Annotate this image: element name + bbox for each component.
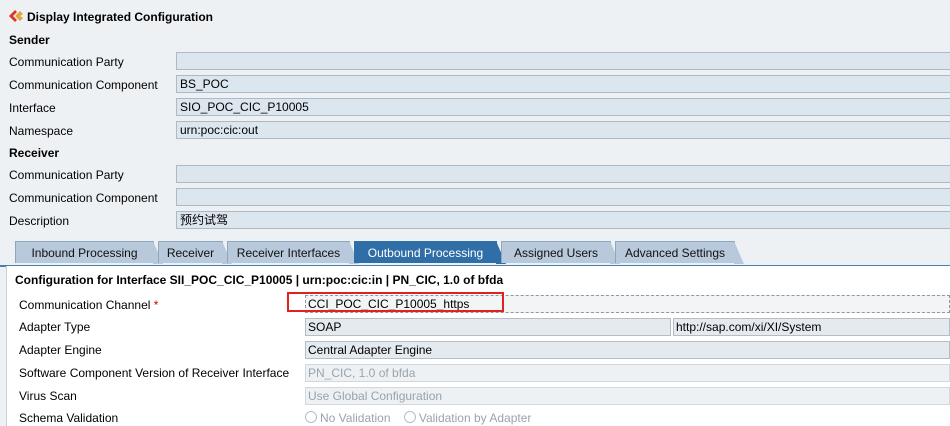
sender-heading: Sender — [9, 33, 50, 47]
schema-validation-options: No Validation Validation by Adapter — [305, 411, 531, 425]
integrated-configuration-icon — [9, 10, 23, 22]
sender-interface-label: Interface — [9, 101, 56, 115]
adapter-engine-label: Adapter Engine — [19, 343, 102, 357]
sender-interface-field[interactable]: SIO_POC_CIC_P10005 — [176, 98, 950, 116]
swcv-label: Software Component Version of Receiver I… — [19, 366, 290, 380]
validation-by-adapter-label: Validation by Adapter — [418, 411, 532, 425]
communication-channel-label-text: Communication Channel — [19, 298, 151, 312]
no-validation-radio[interactable] — [305, 411, 317, 423]
receiver-party-field[interactable] — [176, 165, 950, 183]
sender-namespace-label: Namespace — [9, 124, 74, 138]
no-validation-label: No Validation — [320, 411, 391, 425]
description-field[interactable]: 预约试驾 — [176, 211, 950, 229]
receiver-component-field[interactable] — [176, 188, 950, 206]
tab-outbound-processing[interactable]: Outbound Processing — [354, 241, 506, 264]
swcv-field: PN_CIC, 1.0 of bfda — [305, 364, 950, 382]
adapter-type-field[interactable]: SOAP — [305, 318, 671, 336]
tab-assigned-users[interactable]: Assigned Users — [501, 241, 620, 264]
description-label: Description — [9, 214, 70, 228]
virus-scan-label: Virus Scan — [19, 389, 77, 403]
window-title: Display Integrated Configuration — [27, 10, 214, 24]
schema-validation-label: Schema Validation — [19, 411, 119, 425]
tab-bar: Inbound Processing Receiver Receiver Int… — [0, 241, 950, 267]
sender-namespace-field[interactable]: urn:poc:cic:out — [176, 121, 950, 139]
tab-advanced-settings[interactable]: Advanced Settings — [615, 241, 744, 264]
receiver-heading: Receiver — [9, 146, 60, 160]
tab-receiver-interfaces[interactable]: Receiver Interfaces — [227, 241, 359, 264]
virus-scan-field: Use Global Configuration — [305, 387, 950, 405]
receiver-component-label: Communication Component — [9, 191, 158, 205]
highlight-box — [287, 292, 504, 312]
sender-party-field[interactable] — [176, 52, 950, 70]
required-mark: * — [153, 298, 159, 312]
configuration-title: Configuration for Interface SII_POC_CIC_… — [15, 273, 504, 287]
adapter-namespace-field[interactable]: http://sap.com/xi/XI/System — [673, 318, 950, 336]
validation-by-adapter-radio[interactable] — [403, 411, 416, 423]
title-bar: Display Integrated Configuration — [0, 0, 950, 32]
sender-party-label: Communication Party — [9, 55, 124, 69]
tab-receiver[interactable]: Receiver — [158, 241, 232, 264]
adapter-engine-field[interactable]: Central Adapter Engine — [305, 341, 950, 359]
sender-component-label: Communication Component — [9, 78, 158, 92]
tab-inbound-processing[interactable]: Inbound Processing — [15, 241, 163, 264]
receiver-party-label: Communication Party — [9, 168, 124, 182]
sender-component-field[interactable]: BS_POC — [176, 75, 950, 93]
adapter-type-label: Adapter Type — [19, 320, 91, 334]
communication-channel-label: Communication Channel * — [19, 298, 158, 312]
